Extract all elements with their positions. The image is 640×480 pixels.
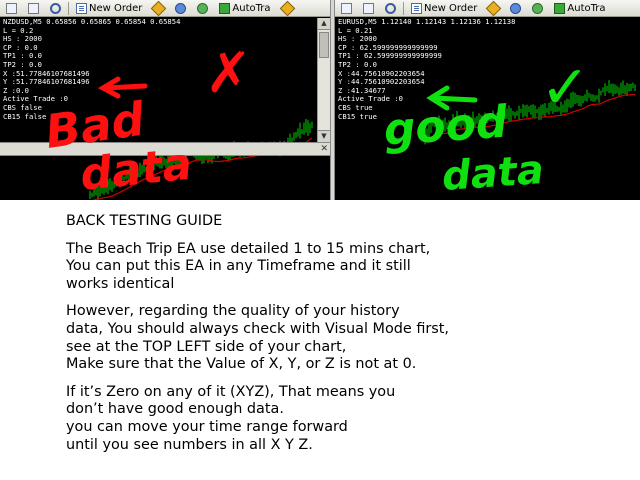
chart-button[interactable] <box>2 0 21 16</box>
toolbar-separator <box>68 1 69 15</box>
guide-line: You can put this EA in any Timeframe and… <box>66 258 411 275</box>
autotrading-icon <box>219 2 231 14</box>
scroll-up-arrow-icon[interactable]: ▲ <box>318 18 330 30</box>
close-icon[interactable]: ✕ <box>320 143 328 155</box>
chart-icon <box>6 2 17 14</box>
market-button[interactable] <box>193 0 212 16</box>
guide-line: If it’s Zero on any of it (XYZ), That me… <box>66 383 396 400</box>
info-line: CB15 false <box>3 111 47 121</box>
globe-icon <box>532 2 544 14</box>
scroll-thumb[interactable] <box>319 32 329 58</box>
window-icon <box>28 2 39 14</box>
guide-paragraph: If it’s Zero on any of it (XYZ), That me… <box>66 384 636 454</box>
left-info-panel: NZDUSD,M5 0.65856 0.65865 0.65854 0.6585… <box>3 17 180 121</box>
properties-button[interactable] <box>359 0 378 16</box>
left-subwindow-bar: ✕ <box>0 142 330 156</box>
autotrading-label: AutoTra <box>232 2 271 14</box>
guide-paragraph: The Beach Trip EA use detailed 1 to 15 m… <box>66 241 636 294</box>
globe-icon <box>197 2 209 14</box>
terminal-screenshots: New Order AutoTra NZDUSD,M5 0.65856 0.65… <box>0 0 640 200</box>
guide-title: BACK TESTING GUIDE <box>66 213 223 229</box>
zoom-button[interactable] <box>46 0 65 16</box>
autotrading-label: AutoTra <box>567 2 606 14</box>
market-button[interactable] <box>528 0 547 16</box>
new-order-icon <box>76 2 87 14</box>
extra-button[interactable] <box>278 0 297 16</box>
expert-button[interactable] <box>484 0 503 16</box>
guide-line: Make sure that the Value of X, Y, or Z i… <box>66 356 417 373</box>
magnifier-icon <box>50 2 61 14</box>
guide-line: The Beach Trip EA use detailed 1 to 15 m… <box>66 240 431 257</box>
guide-paragraph: However, regarding the quality of your h… <box>66 303 636 373</box>
new-order-label: New Order <box>424 2 478 14</box>
scroll-down-arrow-icon[interactable]: ▼ <box>318 130 330 142</box>
people-icon <box>175 2 187 14</box>
zoom-button[interactable] <box>381 0 400 16</box>
expert-button[interactable] <box>149 0 168 16</box>
new-order-label: New Order <box>89 2 143 14</box>
guide-line: you can move your time range forward <box>66 418 348 435</box>
back-testing-guide: BACK TESTING GUIDE The Beach Trip EA use… <box>66 213 636 464</box>
new-order-button[interactable]: New Order <box>407 0 481 16</box>
magnifier-icon <box>385 2 396 14</box>
autotrading-button[interactable]: AutoTra <box>215 0 274 16</box>
new-order-button[interactable]: New Order <box>72 0 146 16</box>
left-toolbar: New Order AutoTra <box>0 0 330 17</box>
people-icon <box>510 2 522 14</box>
community-button[interactable] <box>506 0 525 16</box>
right-info-panel: EURUSD,M5 1.12140 1.12143 1.12136 1.1213… <box>338 17 515 121</box>
guide-line: data, You should always check with Visua… <box>66 320 450 337</box>
guide-line: see at the TOP LEFT side of your chart, <box>66 338 347 355</box>
info-line: Y :51.77846107681496 <box>3 77 90 87</box>
left-chart-window: New Order AutoTra NZDUSD,M5 0.65856 0.65… <box>0 0 330 200</box>
guide-line: However, regarding the quality of your h… <box>66 303 400 320</box>
guide-line: don’t have good enough data. <box>66 401 284 418</box>
right-toolbar: New Order AutoTra <box>335 0 640 17</box>
chart-icon <box>341 2 352 14</box>
new-order-icon <box>411 2 422 14</box>
diamond-icon <box>151 0 167 16</box>
info-line: CB15 true <box>338 111 377 121</box>
guide-line: until you see numbers in all X Y Z. <box>66 436 313 453</box>
toolbar-separator <box>403 1 404 15</box>
chart-button[interactable] <box>337 0 356 16</box>
right-chart-window: New Order AutoTra EURUSD,M5 1.12140 1.12… <box>335 0 640 200</box>
community-button[interactable] <box>171 0 190 16</box>
diamond-icon <box>279 0 295 16</box>
properties-button[interactable] <box>24 0 43 16</box>
diamond-icon <box>486 0 502 16</box>
window-icon <box>363 2 374 14</box>
guide-line: works identical <box>66 275 175 292</box>
left-vertical-scrollbar[interactable]: ▲ ▼ <box>317 18 330 142</box>
autotrading-button[interactable]: AutoTra <box>550 0 609 16</box>
autotrading-icon <box>554 2 566 14</box>
